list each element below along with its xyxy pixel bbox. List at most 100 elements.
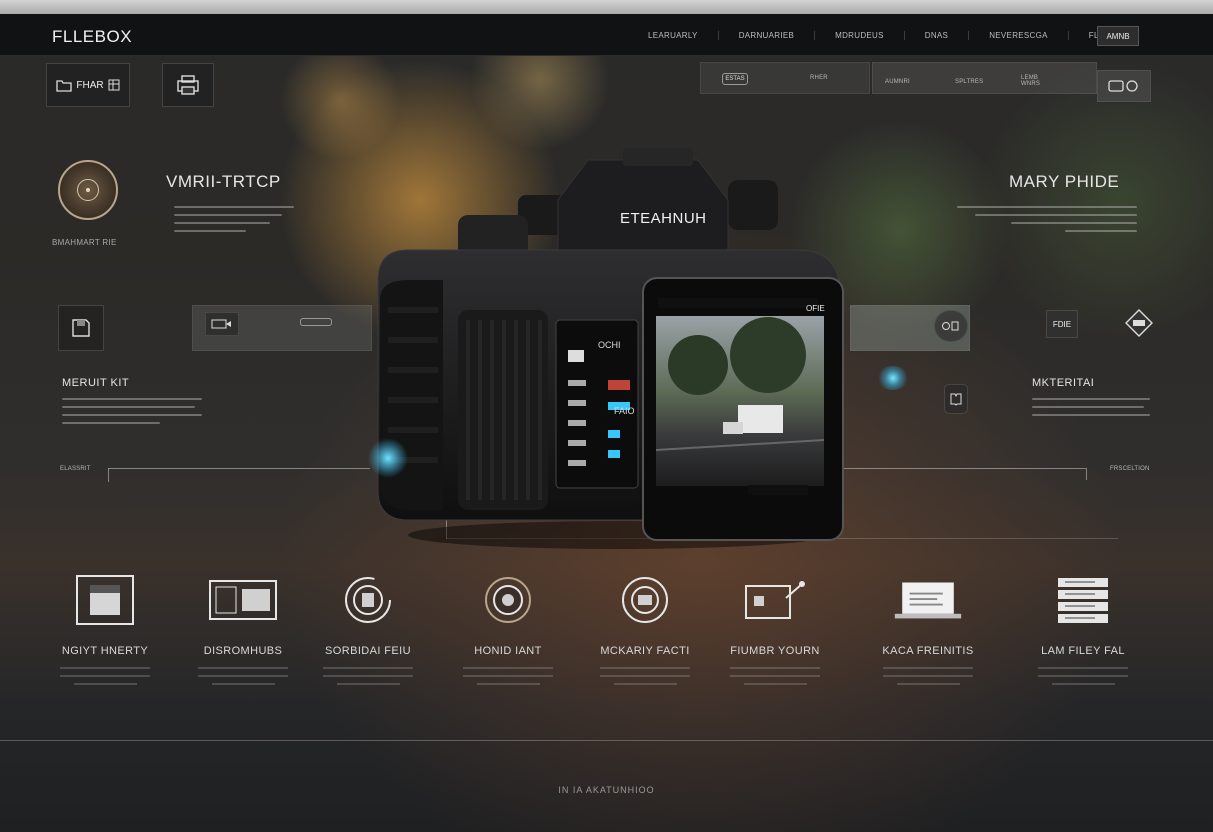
nav-item-2[interactable]: DARNUARIEB — [719, 30, 816, 40]
folder-icon — [56, 80, 73, 92]
feature-icon-wrap-4 — [473, 570, 543, 630]
feature-icon-wrap-1 — [70, 570, 140, 630]
file-tile-label: FHAR — [76, 79, 104, 91]
left-connector-tag: ELASSRIT — [60, 466, 91, 472]
feature-text-8 — [1038, 667, 1128, 685]
feature-item-4[interactable]: HONID IANT — [433, 570, 583, 685]
left-connector-drop — [108, 468, 109, 482]
save-icon — [72, 319, 90, 337]
diamond-button[interactable] — [1124, 308, 1154, 338]
video-icon — [211, 319, 231, 329]
share-tile[interactable] — [1097, 70, 1151, 102]
feature-icon-wrap-5 — [610, 570, 680, 630]
feature-label-8: LAM FILEY FAL — [1041, 645, 1125, 657]
feature-item-8[interactable]: LAM FILEY FAL — [1008, 570, 1158, 685]
left-panel-text — [174, 206, 294, 238]
logo[interactable]: FLLEBOX — [52, 27, 132, 47]
right-file-tile-label: FDIE — [1052, 319, 1072, 329]
right-connector-drop — [1086, 468, 1087, 480]
camera-panel-label: OCHI — [598, 340, 621, 350]
sync-icon — [942, 321, 959, 331]
window-icon — [209, 580, 277, 620]
link-icon — [1108, 80, 1138, 92]
nav-item-1[interactable]: LEARUARLY — [628, 30, 719, 40]
feature-icon-wrap-7 — [893, 570, 963, 630]
print-tile[interactable] — [162, 63, 214, 107]
right-panel-text — [957, 206, 1137, 238]
record-dial[interactable] — [58, 160, 118, 220]
edit-card-icon — [745, 581, 805, 619]
feature-label-3: SORBIDAI FEIU — [325, 645, 411, 657]
left-panel-title: VMRII-TRTCP — [166, 172, 281, 191]
camera-hero: ETEAHNUH OCHI FAIO OFIE — [368, 140, 904, 550]
dial-icon — [345, 577, 391, 623]
feature-text-3 — [323, 667, 413, 685]
nav-item-3[interactable]: MDRUDEUS — [815, 30, 905, 40]
feature-icon-wrap-6 — [740, 570, 810, 630]
strip-text-2: AUMNRI — [885, 79, 910, 85]
file-tile[interactable]: FHAR — [46, 63, 130, 107]
feature-item-6[interactable]: FIUMBR YOURN — [700, 570, 850, 685]
camera-screen-label: OFIE — [806, 304, 825, 313]
right-subtitle: MKTERITAI — [1032, 377, 1095, 389]
left-subtitle-text — [62, 398, 202, 430]
stack-icon — [1058, 578, 1108, 623]
feature-text-2 — [198, 667, 288, 685]
left-subtitle: MERUIT KIT — [62, 377, 130, 389]
printer-icon — [177, 75, 199, 95]
footer-text: IN IA AKATUNHIOO — [558, 785, 655, 795]
header-action-button[interactable]: AMNB — [1097, 26, 1139, 46]
record-dial-dot — [86, 188, 90, 192]
right-file-tile[interactable]: FDIE — [1046, 310, 1078, 338]
left-caption: BMAHMART RIE — [52, 238, 117, 247]
feature-text-7 — [883, 667, 973, 685]
right-connector — [840, 468, 1086, 469]
feature-item-3[interactable]: SORBIDAI FEIU — [293, 570, 443, 685]
video-toggle[interactable] — [205, 312, 239, 336]
camera-readout: FAIO — [614, 406, 635, 416]
feature-label-1: NGIYT HNERTY — [61, 645, 149, 657]
right-small-tile[interactable] — [944, 384, 968, 414]
main-nav: LEARUARLY DARNUARIEB MDRUDEUS DNAS NEVER… — [628, 14, 1154, 56]
right-panel-title: MARY PHIDE — [1009, 172, 1120, 191]
feature-item-1[interactable]: NGIYT HNERTY — [30, 570, 180, 685]
feature-item-5[interactable]: MCKARIY FACTI — [570, 570, 720, 685]
laptop-icon — [894, 582, 962, 619]
left-connector — [108, 468, 370, 469]
diamond-icon — [1125, 309, 1153, 337]
feature-label-6: FIUMBR YOURN — [730, 645, 820, 657]
feature-label-4: HONID IANT — [474, 645, 542, 657]
floppy-disk-icon — [76, 575, 134, 625]
book-icon — [950, 393, 962, 406]
save-tile[interactable] — [58, 305, 104, 351]
feature-label-7: KACA FREINITIS — [882, 645, 974, 657]
mid-slider[interactable] — [300, 318, 332, 326]
nav-item-5[interactable]: NEVERESCGA — [969, 30, 1069, 40]
info-strip-b — [872, 62, 1097, 94]
right-connector-tag: FRSCELTION — [1110, 466, 1150, 472]
feature-icon-wrap-3 — [333, 570, 403, 630]
accent-glow-right — [876, 366, 910, 390]
file-tile-content: FHAR — [56, 78, 120, 92]
strip-text-4: LEMB WNRS — [1021, 75, 1041, 87]
feature-label-5: MCKARIY FACTI — [600, 645, 690, 657]
feature-text-1 — [60, 667, 150, 685]
feature-text-4 — [463, 667, 553, 685]
strip-text-1: RHER — [810, 75, 828, 81]
lens-icon — [485, 577, 531, 623]
top-header: FLLEBOX LEARUARLY DARNUARIEB MDRUDEUS DN… — [0, 14, 1213, 56]
shutter-icon — [622, 577, 668, 623]
strip-text-3: SPLTRES — [955, 79, 984, 85]
feature-text-6 — [730, 667, 820, 685]
right-subtitle-text — [1032, 398, 1150, 422]
feature-icon-wrap-2 — [208, 570, 278, 630]
footer-divider — [0, 740, 1213, 741]
nav-item-4[interactable]: DNAS — [905, 30, 970, 40]
sync-toggle[interactable] — [934, 310, 968, 342]
feature-icon-wrap-8 — [1048, 570, 1118, 630]
top-strip — [0, 0, 1213, 14]
grid-icon — [108, 79, 120, 91]
strip-pill-button[interactable]: ESTAS — [722, 73, 748, 85]
feature-item-7[interactable]: KACA FREINITIS — [853, 570, 1003, 685]
feature-text-5 — [600, 667, 690, 685]
